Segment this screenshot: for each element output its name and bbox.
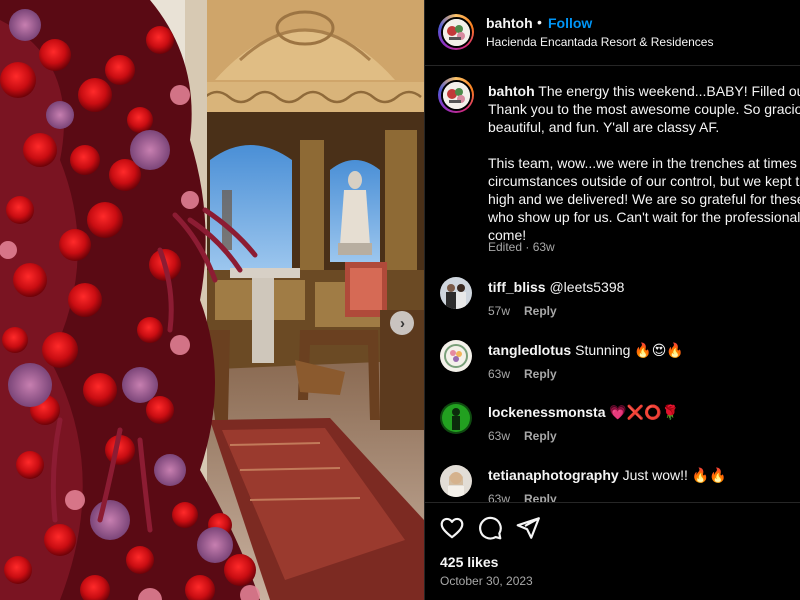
floral-logo-avatar (440, 340, 472, 372)
comment-body[interactable]: @leets5398 (549, 279, 624, 295)
caption-line: who show up for us. Can't wait for the p… (488, 209, 800, 225)
comment-text: tiff_bliss @leets5398 (488, 279, 624, 295)
share-icon[interactable] (515, 515, 541, 541)
avatar-image (442, 81, 470, 109)
next-media-button[interactable]: › (390, 311, 414, 335)
caption-age: 63w (532, 240, 555, 254)
post-location[interactable]: Hacienda Encantada Resort & Residences (486, 35, 713, 49)
comment-username[interactable]: lockenessmonsta (488, 404, 606, 420)
post-media[interactable]: › (0, 0, 424, 600)
comment-item: lockenessmonsta 💗❌⭕🌹 63w Reply (425, 402, 800, 466)
portrait-photo-avatar (440, 465, 472, 497)
reply-button[interactable]: Reply (524, 304, 557, 318)
heart-icon[interactable] (439, 515, 465, 541)
post-caption: bahtoh The energy this weekend...BABY! F… (488, 82, 800, 244)
comment-meta: 63w Reply (488, 367, 557, 381)
post-header: bahtoh • Follow Hacienda Encantada Resor… (425, 0, 800, 66)
wedding-chapel-photo (0, 0, 424, 600)
chevron-right-icon: › (400, 314, 405, 332)
green-figure-avatar (440, 402, 472, 434)
comment-age: 63w (488, 367, 511, 381)
author-username[interactable]: bahtoh (486, 15, 533, 31)
caption-line: beautiful, and fun. Y'all are classy AF. (488, 119, 720, 135)
reply-button[interactable]: Reply (524, 367, 557, 381)
likes-count[interactable]: 425 likes (440, 554, 498, 570)
header-separator: • (537, 14, 542, 30)
caption-line: circumstances outside of our control, bu… (488, 173, 800, 189)
post-date[interactable]: October 30, 2023 (440, 574, 533, 588)
comment-text: tangledlotus Stunning 🔥😍🔥 (488, 342, 684, 359)
comment-age: 63w (488, 429, 511, 443)
comment-text: tetianaphotography Just wow!! 🔥🔥 (488, 467, 727, 484)
comment-meta: 63w Reply (488, 429, 557, 443)
avatar-image (442, 18, 470, 46)
comment-body[interactable]: Stunning 🔥😍🔥 (575, 342, 684, 358)
caption-line: Thank you to the most awesome couple. So… (488, 101, 800, 117)
couple-photo-avatar (440, 277, 472, 309)
comment-username[interactable]: tetianaphotography (488, 467, 619, 483)
comment-age: 57w (488, 304, 511, 318)
comment-username[interactable]: tiff_bliss (488, 279, 546, 295)
caption-line: This team, wow...we were in the trenches… (488, 155, 800, 171)
caption-line: high and we delivered! We are so gratefu… (488, 191, 800, 207)
commenter-avatar[interactable] (440, 277, 472, 309)
commenter-avatar[interactable] (440, 465, 472, 497)
comment-body[interactable]: 💗❌⭕🌹 (609, 404, 679, 420)
caption-username[interactable]: bahtoh (488, 83, 535, 99)
caption-meta: Edited · 63w (488, 240, 555, 254)
comment-item: tangledlotus Stunning 🔥😍🔥 63w Reply (425, 340, 800, 404)
author-avatar[interactable] (438, 14, 474, 50)
comment-item: tiff_bliss @leets5398 57w Reply (425, 277, 800, 341)
comment-body[interactable]: Just wow!! 🔥🔥 (623, 467, 727, 483)
comment-icon[interactable] (477, 515, 503, 541)
comment-meta: 57w Reply (488, 304, 557, 318)
caption-gap (488, 136, 800, 154)
caption-text: The energy this weekend...BABY! Filled o… (538, 83, 800, 99)
edited-label: Edited (488, 240, 523, 254)
caption-line: bahtoh The energy this weekend...BABY! F… (488, 82, 800, 100)
commenter-avatar[interactable] (440, 402, 472, 434)
caption-author-avatar[interactable] (438, 77, 474, 113)
commenter-avatar[interactable] (440, 340, 472, 372)
comment-text: lockenessmonsta 💗❌⭕🌹 (488, 404, 679, 421)
comment-username[interactable]: tangledlotus (488, 342, 571, 358)
reply-button[interactable]: Reply (524, 429, 557, 443)
post-details-panel: bahtoh • Follow Hacienda Encantada Resor… (424, 0, 800, 600)
follow-button[interactable]: Follow (548, 15, 592, 31)
post-actions: 425 likes October 30, 2023 (425, 502, 800, 600)
